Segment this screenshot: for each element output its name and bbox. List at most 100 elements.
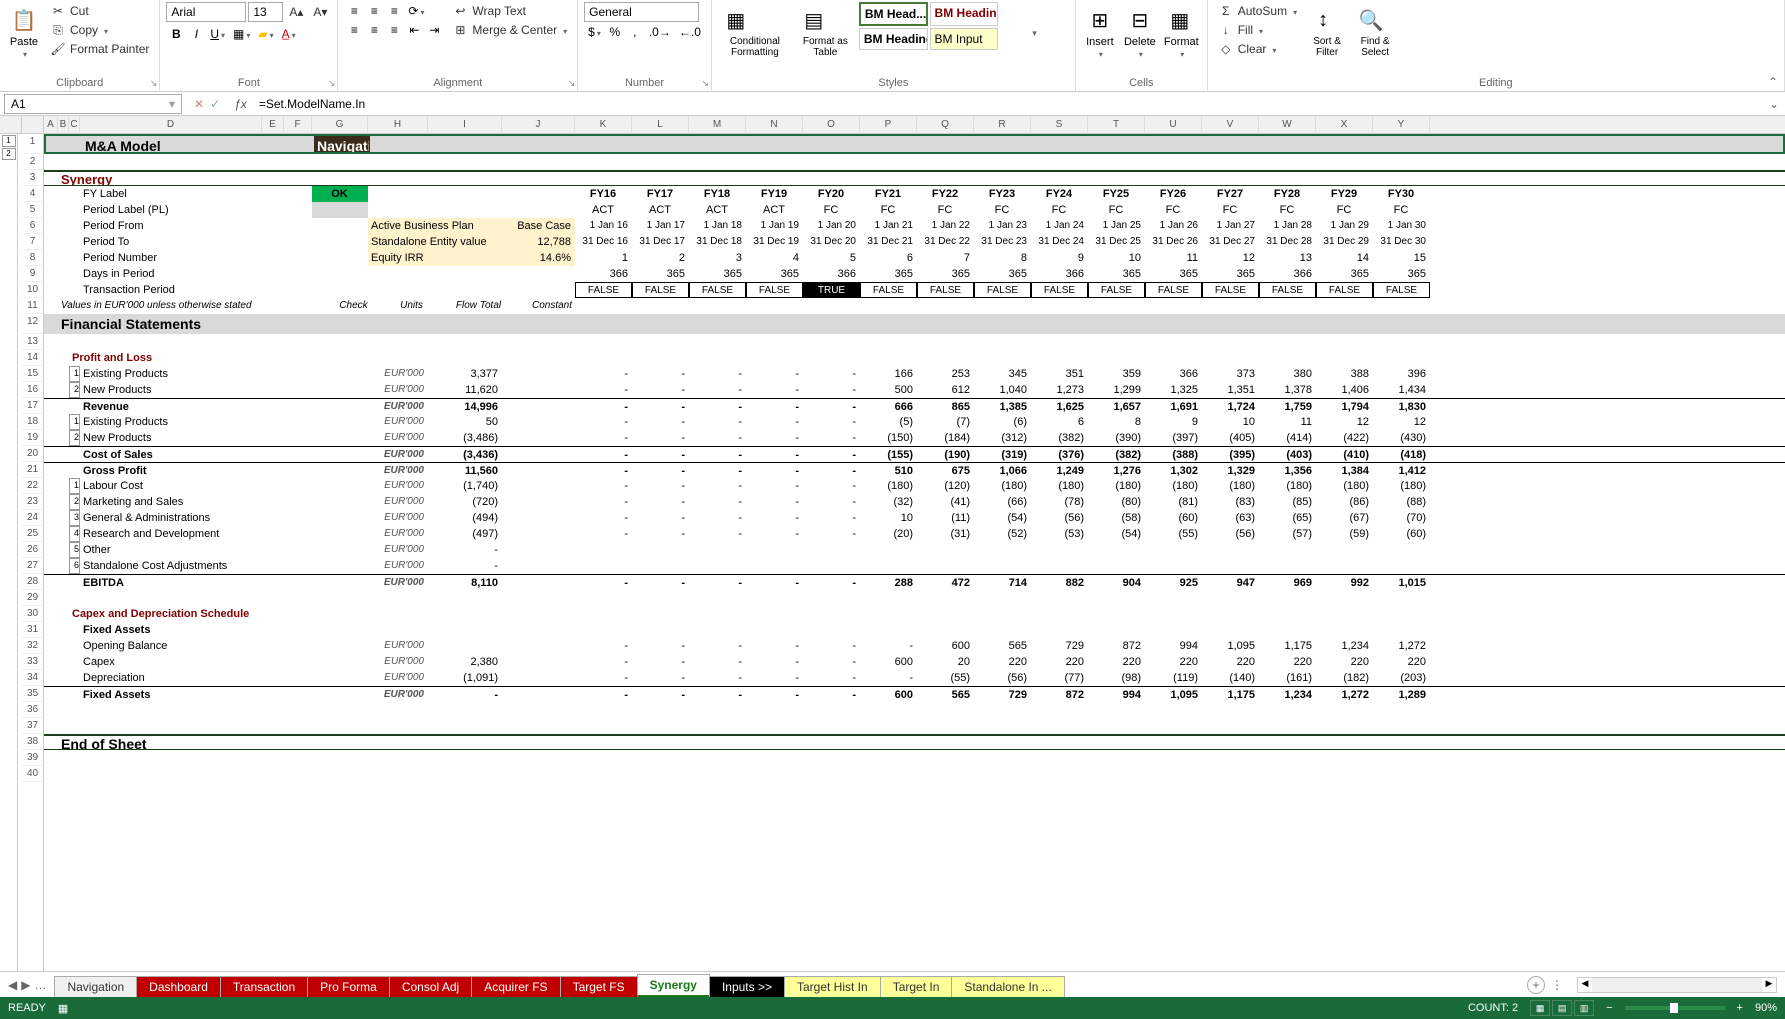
row-header-5[interactable]: 5 <box>22 202 43 218</box>
row-header-25[interactable]: 25 <box>22 526 43 542</box>
col-header-T[interactable]: T <box>1088 116 1145 134</box>
grid-row[interactable]: DepreciationEUR'000(1,091)------(55)(56)… <box>44 670 1785 686</box>
grid[interactable]: 1 2 123456789101112131415161718192021222… <box>0 116 1785 971</box>
collapse-ribbon[interactable]: ⌃ <box>1768 75 1778 89</box>
col-header-S[interactable]: S <box>1031 116 1088 134</box>
inc-decimal[interactable]: .0→ <box>645 23 675 41</box>
grid-row[interactable]: CapexEUR'0002,380-----600202202202202202… <box>44 654 1785 670</box>
delete-button[interactable]: ⊟Delete <box>1122 2 1158 62</box>
grid-row[interactable] <box>44 334 1785 350</box>
col-header-J[interactable]: J <box>502 116 575 134</box>
row-header-10[interactable]: 10 <box>22 282 43 298</box>
currency-button[interactable]: $ <box>584 23 605 41</box>
row-header-27[interactable]: 27 <box>22 558 43 574</box>
col-header-W[interactable]: W <box>1259 116 1316 134</box>
col-header-Y[interactable]: Y <box>1373 116 1430 134</box>
grid-row[interactable] <box>44 702 1785 718</box>
col-header-L[interactable]: L <box>632 116 689 134</box>
col-header-U[interactable]: U <box>1145 116 1202 134</box>
grid-row[interactable] <box>44 750 1785 766</box>
grid-row[interactable]: Transaction PeriodFALSEFALSEFALSEFALSETR… <box>44 282 1785 298</box>
row-header-26[interactable]: 26 <box>22 542 43 558</box>
tab-next[interactable]: ▶ <box>21 978 30 992</box>
tab-menu[interactable]: … <box>34 978 46 992</box>
align-bottom[interactable]: ≡ <box>384 2 404 20</box>
autosum-button[interactable]: ΣAutoSum <box>1214 2 1301 20</box>
row-header-8[interactable]: 8 <box>22 250 43 266</box>
col-header-N[interactable]: N <box>746 116 803 134</box>
row-header-28[interactable]: 28 <box>22 574 43 590</box>
sheet-tab-consol-adj[interactable]: Consol Adj <box>389 976 472 997</box>
row-header-23[interactable]: 23 <box>22 494 43 510</box>
row-header-35[interactable]: 35 <box>22 686 43 702</box>
font-launcher[interactable]: ↘ <box>328 78 336 89</box>
grid-row[interactable]: End of Sheet <box>44 734 1785 750</box>
align-center[interactable]: ≡ <box>364 21 384 39</box>
col-header-X[interactable]: X <box>1316 116 1373 134</box>
wrap-text-button[interactable]: ↩Wrap Text <box>448 2 571 20</box>
font-color-button[interactable]: A̲ <box>278 25 300 43</box>
row-headers[interactable]: 1234567891011121314151617181920212223242… <box>22 116 44 971</box>
row-header-38[interactable]: 38 <box>22 734 43 750</box>
new-sheet-button[interactable]: + <box>1527 976 1545 994</box>
sheet-tab-standalone-in-[interactable]: Standalone In ... <box>951 976 1064 997</box>
format-as-table[interactable]: ▤Format as Table <box>796 2 855 60</box>
row-header-31[interactable]: 31 <box>22 622 43 638</box>
alignment-launcher[interactable]: ↘ <box>568 78 576 89</box>
sheet-tab-inputs-[interactable]: Inputs >> <box>709 976 785 997</box>
formula-input[interactable] <box>253 97 1763 111</box>
view-normal[interactable]: ▦ <box>1530 1000 1550 1016</box>
grid-row[interactable]: 5OtherEUR'000- <box>44 542 1785 558</box>
grid-row[interactable]: Period FromActive Business PlanBase Case… <box>44 218 1785 234</box>
grid-row[interactable]: Period Label (PL)ACTACTACTACTFCFCFCFCFCF… <box>44 202 1785 218</box>
font-name-input[interactable] <box>166 2 246 22</box>
sheet-tabs[interactable]: NavigationDashboardTransactionPro FormaC… <box>54 972 1521 997</box>
clear-button[interactable]: ◇Clear <box>1214 40 1301 58</box>
row-header-14[interactable]: 14 <box>22 350 43 366</box>
conditional-formatting[interactable]: ▦Conditional Formatting <box>718 2 792 60</box>
style-bm-head[interactable]: BM Head... <box>859 2 928 26</box>
style-bm-input[interactable]: BM Input <box>930 28 999 50</box>
sheet-tab-dashboard[interactable]: Dashboard <box>136 976 221 997</box>
col-header-D[interactable]: D <box>80 116 262 134</box>
grid-row[interactable]: Days in Period36636536536536636536536536… <box>44 266 1785 282</box>
dec-decimal[interactable]: ←.0 <box>675 23 705 41</box>
grid-row[interactable] <box>44 718 1785 734</box>
styles-more[interactable]: ▾ <box>1000 28 1069 50</box>
sheet-tab-synergy[interactable]: Synergy <box>637 974 710 997</box>
align-middle[interactable]: ≡ <box>364 2 384 20</box>
sheet-tab-target-in[interactable]: Target In <box>880 976 953 997</box>
col-header-O[interactable]: O <box>803 116 860 134</box>
grid-row[interactable]: Capex and Depreciation Schedule <box>44 606 1785 622</box>
row-header-19[interactable]: 19 <box>22 430 43 446</box>
copy-button[interactable]: ⎘Copy <box>46 21 153 39</box>
row-header-18[interactable]: 18 <box>22 414 43 430</box>
zoom-out[interactable]: − <box>1606 1002 1612 1014</box>
number-launcher[interactable]: ↘ <box>701 78 709 89</box>
scroll-left[interactable]: ◀ <box>1578 978 1592 992</box>
indent-inc[interactable]: ⇥ <box>424 21 444 39</box>
row-header-33[interactable]: 33 <box>22 654 43 670</box>
comma-button[interactable]: , <box>625 23 645 41</box>
name-box[interactable]: A1▾ <box>4 94 182 114</box>
format-painter-button[interactable]: 🖌Format Painter <box>46 40 153 58</box>
grid-row[interactable]: Profit and Loss <box>44 350 1785 366</box>
col-header-E[interactable]: E <box>262 116 284 134</box>
col-header-H[interactable]: H <box>368 116 428 134</box>
row-header-11[interactable]: 11 <box>22 298 43 314</box>
paste-button[interactable]: 📋 Paste <box>6 2 42 62</box>
align-left[interactable]: ≡ <box>344 21 364 39</box>
grid-row[interactable]: Fixed Assets <box>44 622 1785 638</box>
sheet-tab-target-fs[interactable]: Target FS <box>560 976 638 997</box>
fx-icon[interactable]: ƒx <box>228 97 253 111</box>
col-header-C[interactable]: C <box>69 116 80 134</box>
select-all[interactable] <box>0 116 22 134</box>
col-header-K[interactable]: K <box>575 116 632 134</box>
clipboard-launcher[interactable]: ↘ <box>150 78 158 89</box>
row-header-37[interactable]: 37 <box>22 718 43 734</box>
enter-formula[interactable]: ✓ <box>210 97 220 111</box>
sheet-tab-navigation[interactable]: Navigation <box>54 976 137 997</box>
col-header-Q[interactable]: Q <box>917 116 974 134</box>
outline-level-2[interactable]: 2 <box>2 148 16 160</box>
orientation[interactable]: ⟳ <box>404 2 428 20</box>
